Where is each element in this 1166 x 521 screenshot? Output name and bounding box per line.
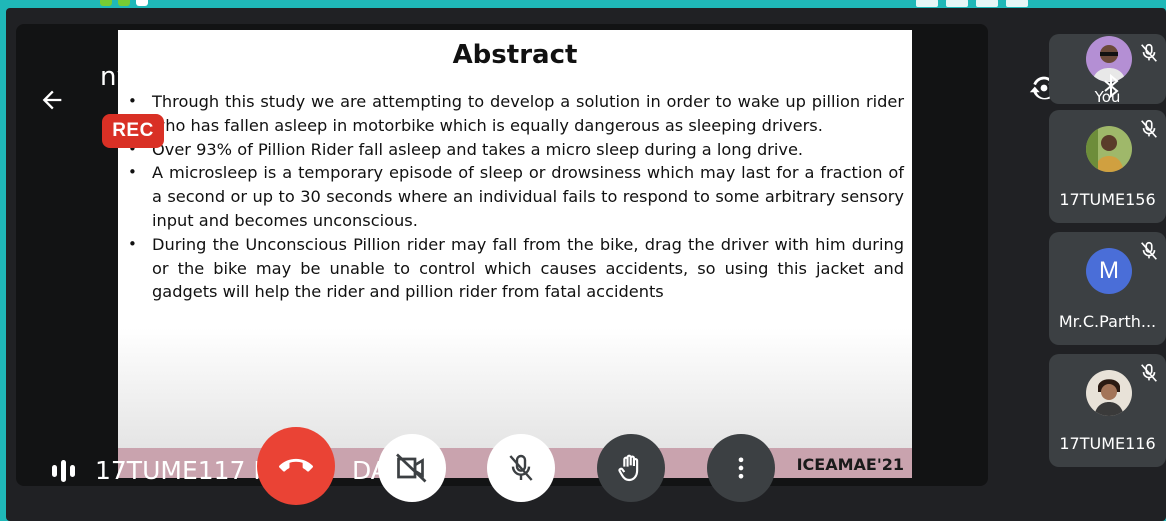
avatar: [1086, 126, 1132, 172]
mic-off-icon: [509, 454, 533, 481]
whatsapp-icon: [100, 0, 112, 6]
battery-icon: [1006, 0, 1028, 7]
mic-off-icon: [1141, 43, 1157, 62]
more-options-button[interactable]: [707, 434, 775, 502]
meeting-code: nws-kuyv-dyd: [100, 62, 280, 92]
participant-name: Mr.C.Parth...: [1058, 312, 1157, 331]
audio-level-icon: [52, 459, 75, 482]
participant-name: 17TUME156: [1059, 190, 1156, 209]
mic-off-icon: [1141, 119, 1157, 138]
raise-hand-button[interactable]: [597, 434, 665, 502]
gallery-icon: [136, 0, 148, 6]
mic-off-icon: [1141, 241, 1157, 260]
arrow-back-icon: [42, 90, 62, 110]
presenter-label: 17TUME117 MA: [52, 456, 292, 485]
slide-footer-label: ICEAMAE'21: [796, 455, 904, 474]
slide-bullet-list: Through this study we are attempting to …: [128, 90, 904, 304]
back-button[interactable]: [34, 82, 70, 118]
phone-hangup-icon: [279, 458, 313, 472]
wifi-icon: [976, 0, 998, 7]
more-vert-icon: [738, 457, 744, 479]
camera-off-icon: [396, 453, 427, 483]
recording-badge: REC: [102, 114, 164, 148]
caret-right-icon: [293, 71, 301, 83]
status-bar: [0, 0, 1166, 8]
presentation-stage: Abstract Through this study we are attem…: [16, 24, 988, 486]
meet-screen: Abstract Through this study we are attem…: [6, 8, 1166, 521]
participant-tile[interactable]: 17TUME116: [1049, 354, 1166, 467]
status-system-icons: [916, 0, 1136, 7]
avatar: M: [1086, 248, 1132, 294]
participant-tile[interactable]: 17TUME156: [1049, 110, 1166, 223]
end-call-button[interactable]: [257, 427, 335, 505]
raise-hand-icon: [618, 454, 639, 482]
status-notification-icons: [100, 0, 148, 6]
shared-slide: Abstract Through this study we are attem…: [118, 30, 912, 478]
avatar: [1086, 370, 1132, 416]
participant-name: 17TUME116: [1059, 434, 1156, 453]
signal-icon: [946, 0, 968, 7]
slide-bullet: Over 93% of Pillion Rider fall asleep an…: [128, 138, 904, 162]
signal-icon: [916, 0, 938, 7]
mic-toggle-button[interactable]: [487, 434, 555, 502]
participant-name: You: [1094, 88, 1121, 104]
camera-toggle-button[interactable]: [378, 434, 446, 502]
meeting-name-button[interactable]: nws-kuyv-dyd: [100, 62, 301, 92]
participant-tile[interactable]: You: [1049, 34, 1166, 104]
slide-bullet: A microsleep is a temporary episode of s…: [128, 161, 904, 232]
participant-tile[interactable]: M Mr.C.Parth...: [1049, 232, 1166, 345]
slide-bullet: During the Unconscious Pillion rider may…: [128, 233, 904, 304]
mic-off-icon: [1141, 363, 1157, 382]
slide-bullet: Through this study we are attempting to …: [128, 90, 904, 138]
whatsapp-icon: [118, 0, 130, 6]
